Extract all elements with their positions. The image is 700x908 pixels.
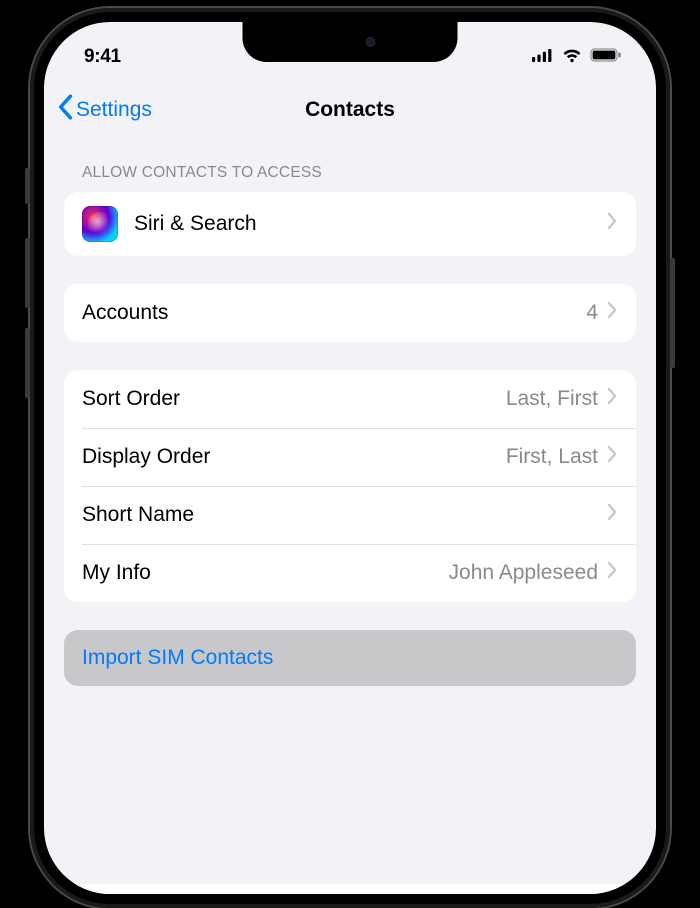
power-button xyxy=(670,258,675,368)
cellular-icon xyxy=(532,48,554,67)
siri-icon xyxy=(82,206,118,242)
section-header-access: ALLOW CONTACTS TO ACCESS xyxy=(82,164,618,182)
row-value: First, Last xyxy=(506,445,598,469)
chevron-right-icon xyxy=(606,212,618,236)
battery-icon xyxy=(590,48,622,67)
row-value: John Appleseed xyxy=(449,561,598,585)
wifi-icon xyxy=(561,47,583,68)
row-siri-search[interactable]: Siri & Search xyxy=(64,192,636,256)
row-label: Short Name xyxy=(82,503,598,527)
status-time: 9:41 xyxy=(84,46,121,68)
volume-up-button xyxy=(25,238,30,308)
row-value: 4 xyxy=(586,301,598,325)
chevron-right-icon xyxy=(606,561,618,585)
chevron-left-icon xyxy=(56,94,74,126)
silence-switch xyxy=(25,168,30,204)
row-label: Accounts xyxy=(82,301,586,325)
content-scroll[interactable]: ALLOW CONTACTS TO ACCESS Siri & Search A… xyxy=(44,142,656,894)
row-label: Sort Order xyxy=(82,387,506,411)
chevron-right-icon xyxy=(606,445,618,469)
status-icons xyxy=(532,47,622,68)
group-accounts: Accounts 4 xyxy=(64,284,636,342)
group-preferences: Sort Order Last, First Display Order Fir… xyxy=(64,370,636,602)
row-short-name[interactable]: Short Name xyxy=(64,486,636,544)
chevron-right-icon xyxy=(606,503,618,527)
row-label: My Info xyxy=(82,561,449,585)
row-value: Last, First xyxy=(506,387,598,411)
notch xyxy=(243,22,458,62)
camera-dot xyxy=(365,37,375,47)
back-label: Settings xyxy=(76,98,152,122)
import-sim-button[interactable]: Import SIM Contacts xyxy=(64,630,636,686)
row-display-order[interactable]: Display Order First, Last xyxy=(64,428,636,486)
row-label: Siri & Search xyxy=(134,212,606,236)
action-label: Import SIM Contacts xyxy=(82,646,273,670)
device-frame: 9:41 Settings Contacts xyxy=(30,8,670,908)
group-access: Siri & Search xyxy=(64,192,636,256)
bottom-edge xyxy=(44,884,656,894)
row-accounts[interactable]: Accounts 4 xyxy=(64,284,636,342)
chevron-right-icon xyxy=(606,301,618,325)
row-sort-order[interactable]: Sort Order Last, First xyxy=(64,370,636,428)
back-button[interactable]: Settings xyxy=(56,94,152,126)
chevron-right-icon xyxy=(606,387,618,411)
group-import: Import SIM Contacts xyxy=(64,630,636,686)
screen: 9:41 Settings Contacts xyxy=(44,22,656,894)
row-my-info[interactable]: My Info John Appleseed xyxy=(64,544,636,602)
row-label: Display Order xyxy=(82,445,506,469)
volume-down-button xyxy=(25,328,30,398)
nav-bar: Settings Contacts xyxy=(44,84,656,136)
